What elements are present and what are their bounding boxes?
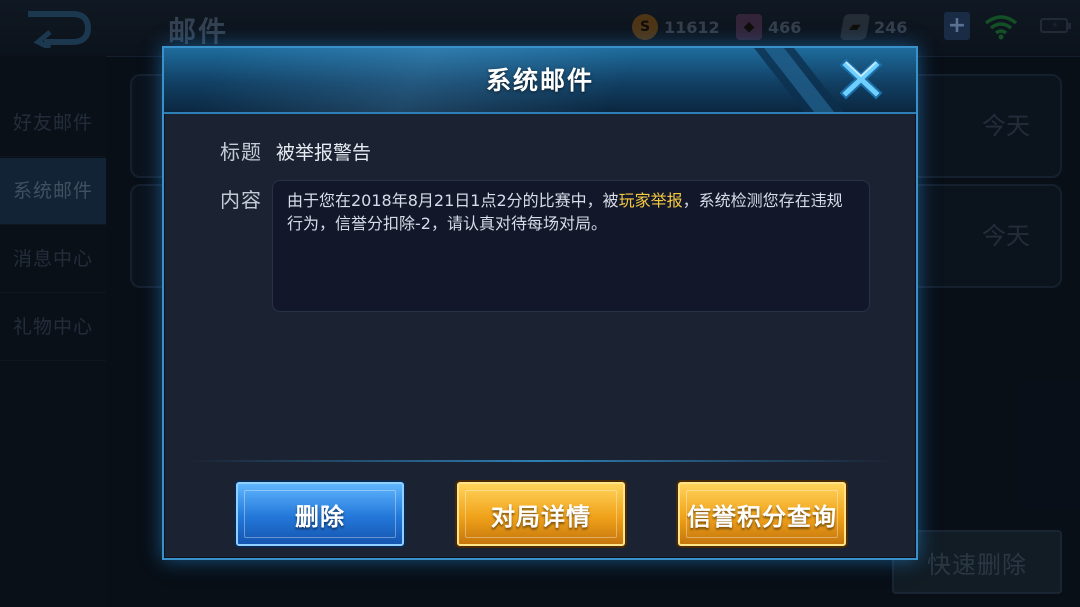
content-box: 由于您在2018年8月21日1点2分的比赛中，被玩家举报，系统检测您存在违规行为… bbox=[272, 180, 870, 312]
close-icon[interactable] bbox=[836, 54, 886, 104]
dialog-header: 系统邮件 bbox=[164, 48, 916, 114]
delete-button[interactable]: 删除 bbox=[236, 482, 404, 546]
delete-button-label: 删除 bbox=[295, 502, 345, 531]
content-highlight: 玩家举报 bbox=[618, 191, 683, 210]
subject-label: 标题 bbox=[220, 140, 262, 164]
content-label: 内容 bbox=[220, 188, 262, 212]
subject-value: 被举报警告 bbox=[276, 142, 372, 164]
credit-query-label: 信誉积分查询 bbox=[687, 502, 837, 531]
match-details-label: 对局详情 bbox=[491, 502, 591, 531]
dialog-title: 系统邮件 bbox=[485, 66, 594, 95]
match-details-button[interactable]: 对局详情 bbox=[457, 482, 625, 546]
divider bbox=[184, 460, 896, 462]
credit-query-button[interactable]: 信誉积分查询 bbox=[678, 482, 846, 546]
system-mail-dialog: 系统邮件 标题 被举报警告 内容 由于您在2018年8月21日1点2分的比赛中，… bbox=[162, 46, 918, 560]
content-text: 由于您在2018年8月21日1点2分的比赛中，被 bbox=[287, 191, 619, 210]
